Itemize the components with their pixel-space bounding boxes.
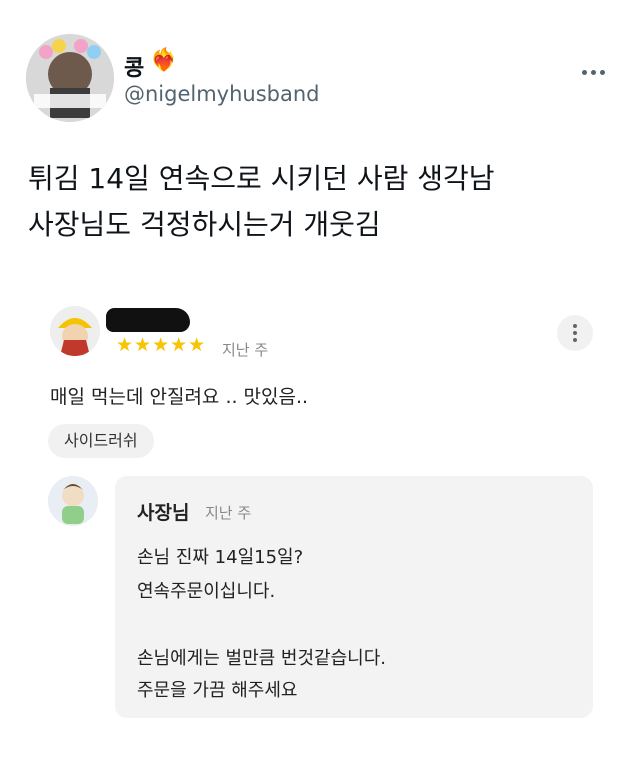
profile-avatar[interactable] [26, 34, 114, 122]
redacted-username [106, 308, 190, 332]
reply-line: 주문을 가끔 해주세요 [137, 680, 298, 701]
tweet-line: 튀김 14일 연속으로 시키던 사람 생각남 [28, 162, 495, 195]
menu-item-chip[interactable]: 사이드러쉬 [48, 424, 154, 458]
review-timestamp: 지난 주 [222, 341, 269, 359]
display-name[interactable]: 콩 [124, 50, 144, 82]
reply-line: 손님 진짜 14일15일? [137, 547, 304, 568]
reviewer-avatar [50, 306, 100, 356]
more-horizontal-icon [582, 48, 614, 79]
tweet-line: 사장님도 걱정하시는거 개웃김 [28, 208, 381, 241]
user-handle[interactable]: @nigelmyhusband [124, 82, 320, 106]
reply-line: 손님에게는 벌만큼 번것같습니다. [137, 648, 387, 669]
more-options-button[interactable] [582, 48, 614, 80]
owner-name: 사장님 [137, 502, 190, 524]
review-menu-button[interactable] [557, 315, 593, 351]
reply-timestamp: 지난 주 [205, 504, 252, 522]
review-text: 매일 먹는데 안질려요 .. 맛있음.. [50, 386, 309, 408]
heart-on-fire-icon: ❤️‍🔥 [150, 48, 178, 73]
owner-avatar [48, 476, 98, 526]
reply-line: 연속주문이십니다. [137, 581, 276, 602]
tweet-text: 튀김 14일 연속으로 시키던 사람 생각남 사장님도 걱정하시는거 개웃김 [28, 156, 618, 248]
star-rating: ★★★★★ [116, 334, 207, 356]
more-vertical-icon [573, 324, 577, 328]
